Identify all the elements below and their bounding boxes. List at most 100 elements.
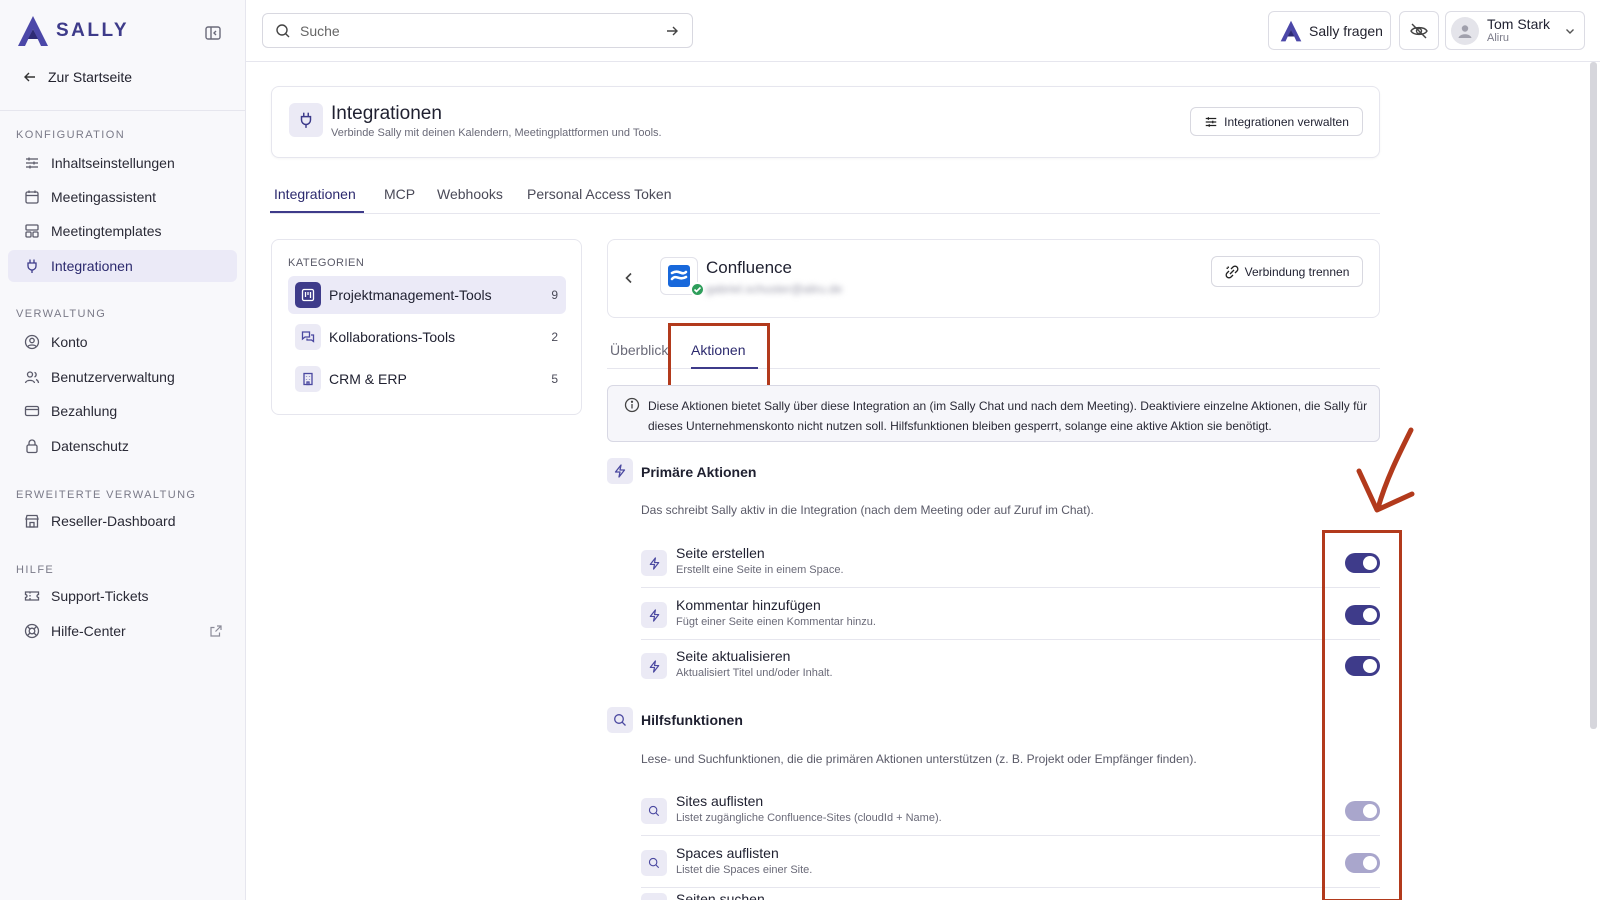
user-org: Aliru xyxy=(1487,31,1510,44)
user-icon xyxy=(1458,24,1472,38)
action-title: Seite erstellen xyxy=(676,545,765,561)
category-crm-erp[interactable]: CRM & ERP 5 xyxy=(288,360,566,398)
action-description: Erstellt eine Seite in einem Space. xyxy=(676,564,844,576)
action-description: Listet die Spaces einer Site. xyxy=(676,864,813,876)
sidebar-item-bezahlung[interactable]: Bezahlung xyxy=(8,395,237,427)
sidebar-section-title: VERWALTUNG xyxy=(16,308,107,320)
brand-name: SALLY xyxy=(56,20,130,41)
back-to-home-link[interactable]: Zur Startseite xyxy=(22,69,132,85)
sidebar-section-title: ERWEITERTE VERWALTUNG xyxy=(16,489,197,501)
tab-ueberblick[interactable]: Überblick xyxy=(610,342,668,358)
arrow-left-icon xyxy=(24,72,35,82)
category-label: Projektmanagement-Tools xyxy=(329,287,492,303)
collapse-sidebar-icon[interactable] xyxy=(204,24,222,42)
credit-card-icon xyxy=(24,405,40,417)
annotation-highlight-box xyxy=(668,323,770,389)
action-description: Listet zugängliche Confluence-Sites (clo… xyxy=(676,812,942,824)
chat-bubbles-icon xyxy=(295,324,321,350)
ticket-icon xyxy=(24,591,40,601)
action-title: Kommentar hinzufügen xyxy=(676,597,821,613)
sidebar-item-datenschutz[interactable]: Datenschutz xyxy=(8,430,237,462)
plug-icon xyxy=(27,259,37,273)
privacy-toggle-button[interactable] xyxy=(1399,11,1439,50)
sidebar-divider xyxy=(0,110,246,111)
disconnect-label: Verbindung trennen xyxy=(1244,264,1350,279)
sidebar-item-reseller-dashboard[interactable]: Reseller-Dashboard xyxy=(8,505,237,537)
category-count: 2 xyxy=(551,330,558,344)
sidebar-item-benutzerverwaltung[interactable]: Benutzerverwaltung xyxy=(8,361,237,393)
manage-integrations-button[interactable]: Integrationen verwalten xyxy=(1190,107,1363,136)
sidebar-item-hilfe-center[interactable]: Hilfe-Center xyxy=(8,615,237,647)
primary-actions-description: Das schreibt Sally aktiv in die Integrat… xyxy=(641,503,1094,517)
info-icon xyxy=(624,397,640,413)
page-header-card: Integrationen Verbinde Sally mit deinen … xyxy=(271,86,1380,158)
ask-sally-label: Sally fragen xyxy=(1309,22,1383,39)
lifebuoy-icon xyxy=(24,623,40,639)
sidebar-item-support-tickets[interactable]: Support-Tickets xyxy=(8,580,237,612)
annotation-highlight-toggles xyxy=(1322,530,1402,900)
tab-webhooks[interactable]: Webhooks xyxy=(437,186,503,202)
sally-logo-icon xyxy=(1280,20,1302,41)
tab-personal-access-token[interactable]: Personal Access Token xyxy=(527,186,672,202)
bolt-icon xyxy=(607,458,633,484)
action-row-spaces-auflisten: Spaces auflisten Listet die Spaces einer… xyxy=(641,837,1380,888)
lock-icon xyxy=(26,439,38,454)
chevron-left-icon[interactable] xyxy=(622,271,636,285)
search-icon xyxy=(276,23,290,37)
info-text: Diese Aktionen bietet Sally über diese I… xyxy=(648,399,1368,433)
external-link-icon xyxy=(210,625,222,637)
search-icon xyxy=(641,893,667,900)
ask-sally-button[interactable]: Sally fragen xyxy=(1268,11,1391,50)
user-info: Tom Stark Aliru xyxy=(1487,15,1551,45)
sally-logo[interactable]: SALLY xyxy=(16,15,129,47)
unlink-icon xyxy=(1225,265,1239,278)
sidebar-item-label: Konto xyxy=(51,334,88,350)
sidebar-item-inhaltseinstellungen[interactable]: Inhaltseinstellungen xyxy=(8,147,237,179)
primary-actions-title: Primäre Aktionen xyxy=(641,464,757,480)
building-icon xyxy=(295,366,321,392)
search-input[interactable] xyxy=(300,22,655,39)
sidebar-item-konto[interactable]: Konto xyxy=(8,326,237,358)
search-bar[interactable] xyxy=(262,13,693,48)
category-label: CRM & ERP xyxy=(329,371,407,387)
sliders-icon xyxy=(26,157,38,169)
sidebar-item-label: Reseller-Dashboard xyxy=(51,513,176,529)
top-bar: Sally fragen Tom Stark Aliru xyxy=(246,0,1600,62)
sidebar-item-integrationen[interactable]: Integrationen xyxy=(8,250,237,282)
arrow-right-icon[interactable] xyxy=(664,23,680,39)
back-to-home-label: Zur Startseite xyxy=(48,69,133,85)
category-kollaborations-tools[interactable]: Kollaborations-Tools 2 xyxy=(288,318,566,356)
helper-functions-description: Lese- und Suchfunktionen, die die primär… xyxy=(641,752,1197,766)
sidebar-item-label: Hilfe-Center xyxy=(51,623,126,639)
action-row-seite-aktualisieren: Seite aktualisieren Aktualisiert Titel u… xyxy=(641,640,1380,691)
connected-account-email: gabriel.schuster@aliru.de xyxy=(706,282,843,296)
bolt-icon xyxy=(641,602,667,628)
tab-integrationen[interactable]: Integrationen xyxy=(274,186,356,202)
tab-mcp[interactable]: MCP xyxy=(384,186,415,202)
page-scrollbar[interactable] xyxy=(1590,62,1597,729)
action-title: Sites auflisten xyxy=(676,793,764,809)
disconnect-button[interactable]: Verbindung trennen xyxy=(1211,256,1363,287)
action-title: Spaces auflisten xyxy=(676,845,779,861)
sidebar-item-label: Bezahlung xyxy=(51,403,118,419)
action-title: Seiten suchen xyxy=(676,891,765,900)
categories-heading: KATEGORIEN xyxy=(288,257,365,269)
user-menu-button[interactable]: Tom Stark Aliru xyxy=(1445,11,1585,50)
user-name: Tom Stark xyxy=(1487,15,1551,32)
sidebar-item-label: Integrationen xyxy=(51,258,133,274)
sidebar-item-label: Meetingtemplates xyxy=(51,223,162,239)
categories-card: KATEGORIEN Projektmanagement-Tools 9 Kol… xyxy=(271,239,582,415)
action-title: Seite aktualisieren xyxy=(676,648,791,664)
action-description: Fügt einer Seite einen Kommentar hinzu. xyxy=(676,616,876,628)
sidebar-section-title: HILFE xyxy=(16,564,55,576)
page-subtitle: Verbinde Sally mit deinen Kalendern, Mee… xyxy=(331,127,662,139)
category-projektmanagement-tools[interactable]: Projektmanagement-Tools 9 xyxy=(288,276,566,314)
category-count: 5 xyxy=(551,372,558,386)
info-box: Diese Aktionen bietet Sally über diese I… xyxy=(607,385,1380,442)
category-label: Kollaborations-Tools xyxy=(329,329,456,345)
manage-integrations-label: Integrationen verwalten xyxy=(1224,114,1349,129)
sidebar-item-meetingassistent[interactable]: Meetingassistent xyxy=(8,181,237,213)
confluence-icon xyxy=(668,265,690,287)
sidebar-item-meetingtemplates[interactable]: Meetingtemplates xyxy=(8,215,237,247)
action-row-seite-erstellen: Seite erstellen Erstellt eine Seite in e… xyxy=(641,537,1380,588)
